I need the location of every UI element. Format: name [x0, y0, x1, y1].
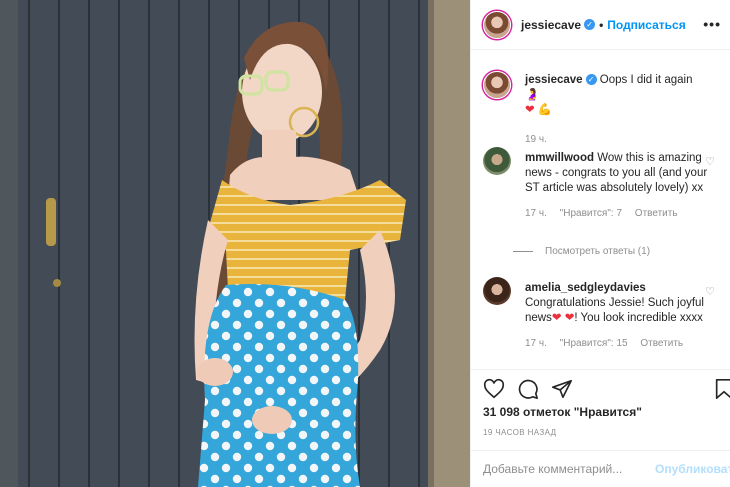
- comments-list: jessiecave ✓ Oops I did it again 🤰 ❤ 💪 19…: [471, 51, 730, 369]
- comment-like-heart-icon[interactable]: ♡: [705, 285, 715, 298]
- comment-meta: 17 ч. "Нравится": 7 Ответить: [525, 206, 709, 221]
- comment-likes[interactable]: "Нравится": 7: [560, 208, 622, 219]
- separator-dot: •: [599, 17, 604, 32]
- flexed-arm-emoji-icon: 💪: [537, 104, 553, 116]
- heart-icon[interactable]: [483, 378, 505, 400]
- follow-button[interactable]: Подписаться: [607, 18, 685, 32]
- verified-badge-icon: ✓: [585, 74, 597, 85]
- view-replies-button[interactable]: Посмотреть ответы (1): [513, 246, 650, 257]
- commenter-avatar[interactable]: [483, 147, 511, 175]
- comment-input[interactable]: [483, 462, 653, 476]
- comment-time[interactable]: 17 ч.: [525, 208, 547, 219]
- post-timestamp[interactable]: 19 ЧАСОВ НАЗАД: [483, 428, 556, 437]
- post-side-panel: jessiecave ✓ • Подписаться ••• jessiecav…: [470, 0, 730, 487]
- author-username[interactable]: jessiecave: [521, 18, 581, 32]
- share-icon[interactable]: [551, 378, 573, 400]
- comment-likes[interactable]: "Нравится": 15: [560, 338, 628, 349]
- author-avatar-small[interactable]: [483, 71, 511, 99]
- pregnant-emoji-icon: 🤰: [525, 89, 540, 101]
- verified-badge-icon: ✓: [584, 19, 596, 30]
- caption-username[interactable]: jessiecave: [525, 74, 583, 86]
- reply-button[interactable]: Ответить: [640, 338, 683, 349]
- comment-like-heart-icon[interactable]: ♡: [705, 155, 715, 168]
- caption-text: Oops I did it again: [599, 74, 693, 86]
- comment-text-part: ! You look incredible xxxx: [574, 312, 703, 324]
- add-comment-bar: Опубликовать: [471, 450, 730, 487]
- author-avatar[interactable]: [483, 10, 511, 39]
- view-replies-label: Посмотреть ответы (1): [545, 246, 651, 257]
- commenter-avatar[interactable]: [483, 277, 511, 305]
- comment-username[interactable]: mmwillwood: [525, 152, 594, 164]
- post-header: jessiecave ✓ • Подписаться •••: [471, 0, 730, 50]
- caption-meta: 19 ч.: [525, 132, 709, 147]
- red-heart-emoji-icon: ❤: [564, 312, 575, 324]
- likes-count[interactable]: 31 098 отметок "Нравится": [483, 405, 642, 419]
- publish-button[interactable]: Опубликовать: [655, 462, 730, 476]
- comment-icon[interactable]: [517, 378, 539, 400]
- red-heart-emoji-icon: ❤: [551, 312, 562, 324]
- red-heart-emoji-icon: ❤: [525, 104, 535, 116]
- action-bar: [471, 369, 730, 405]
- caption-time[interactable]: 19 ч.: [525, 134, 547, 145]
- bookmark-icon[interactable]: [713, 378, 730, 400]
- comment-time[interactable]: 17 ч.: [525, 338, 547, 349]
- comment-meta: 17 ч. "Нравится": 15 Ответить: [525, 336, 709, 351]
- comment-username[interactable]: amelia_sedgleydavies: [525, 282, 646, 294]
- more-options-icon[interactable]: •••: [703, 16, 721, 32]
- post-photo[interactable]: [0, 0, 470, 487]
- replies-divider: [513, 251, 533, 252]
- reply-button[interactable]: Ответить: [635, 208, 678, 219]
- photo-illustration: [0, 0, 470, 487]
